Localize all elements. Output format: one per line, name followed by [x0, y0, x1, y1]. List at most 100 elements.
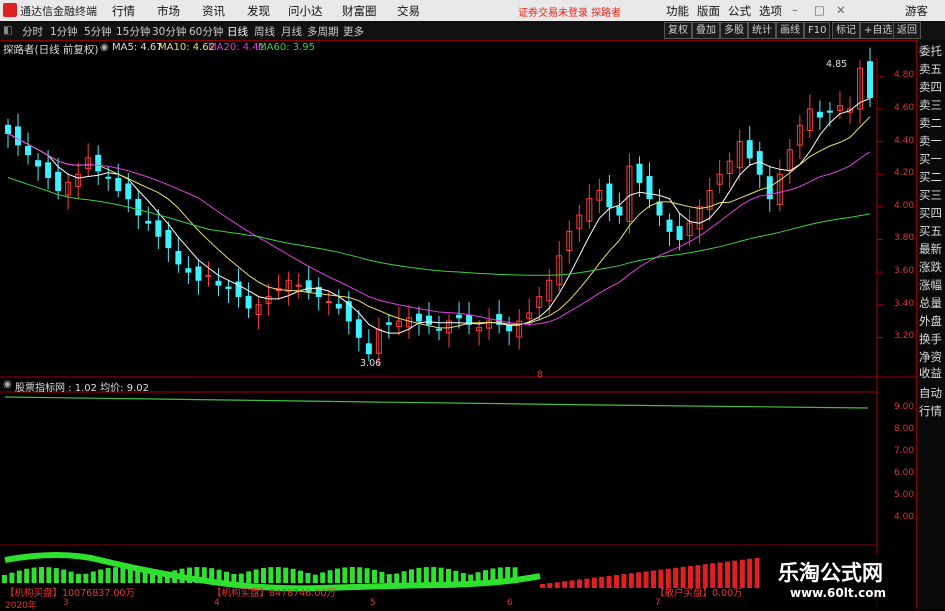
- buy-bar-green: [423, 567, 429, 583]
- buy-bar-green: [416, 567, 422, 583]
- panel-toggle-icon[interactable]: ◧: [3, 24, 13, 36]
- date-4: 4: [214, 598, 220, 608]
- candle-body: [826, 110, 833, 113]
- menu-jiaoyi[interactable]: 交易: [397, 3, 420, 19]
- buy-bar-green: [16, 570, 22, 583]
- period-fenshi[interactable]: 分时: [22, 24, 43, 39]
- candle-body: [145, 220, 152, 224]
- sub-settings-icon[interactable]: ◉: [3, 379, 12, 390]
- watermark-url: www.60lt.com: [790, 586, 887, 600]
- buy-bar-red: [754, 557, 760, 588]
- menu-shichang[interactable]: 市场: [157, 3, 180, 19]
- period-monthly[interactable]: 月线: [281, 24, 302, 39]
- buy-bar-red: [636, 572, 642, 588]
- menu-faxian[interactable]: 发现: [247, 3, 270, 19]
- side-change-pct: 涨幅: [919, 278, 942, 292]
- btn-f10[interactable]: F10: [804, 22, 831, 39]
- candle-body: [616, 206, 623, 216]
- buy-bar-green: [312, 574, 318, 583]
- sub-y-tick-label: 8.00: [894, 424, 915, 434]
- minimize-icon[interactable]: –: [792, 3, 798, 17]
- candle-body: [335, 303, 342, 309]
- low-price-label: 3.06: [360, 358, 382, 369]
- buy-bar-green: [446, 568, 451, 583]
- menu-hangqing[interactable]: 行情: [112, 3, 135, 19]
- period-15min[interactable]: 15分钟: [116, 24, 150, 39]
- btn-diejia[interactable]: 叠加: [692, 22, 720, 39]
- btn-duogu[interactable]: 多股: [720, 22, 748, 39]
- y-tick-label: 4.20: [894, 168, 915, 179]
- buy-bar-green: [335, 568, 340, 583]
- menu-wenxiaoda[interactable]: 问小达: [288, 3, 323, 19]
- btn-zixuan[interactable]: +自选: [860, 22, 897, 39]
- y-tick-label: 3.40: [894, 298, 915, 309]
- y-tick-label: 3.20: [894, 331, 915, 342]
- close-icon[interactable]: ✕: [836, 3, 846, 17]
- period-5min[interactable]: 5分钟: [84, 24, 112, 39]
- buy-bar-red: [547, 583, 553, 588]
- side-quotes[interactable]: 行情: [919, 404, 942, 418]
- buy-bar-red: [584, 578, 590, 588]
- candle-body: [636, 163, 643, 183]
- candle-body: [185, 268, 192, 273]
- period-30min[interactable]: 30分钟: [152, 24, 186, 39]
- period-daily[interactable]: 日线: [227, 24, 248, 39]
- candle-body: [365, 343, 372, 355]
- menu-xuanxiang[interactable]: 选项: [759, 3, 782, 19]
- side-weituo[interactable]: 委托: [919, 44, 942, 58]
- buy-bar-green: [9, 572, 15, 583]
- chart-canvas[interactable]: [0, 40, 916, 609]
- app-title: 通达信金融终端: [20, 5, 97, 18]
- guest-label[interactable]: 游客: [905, 3, 928, 19]
- side-buy4: 买四: [919, 206, 942, 220]
- candle-body: [15, 126, 22, 146]
- buy-bar-green: [120, 567, 126, 583]
- menu-banmian[interactable]: 版面: [697, 3, 720, 19]
- btn-fuquan[interactable]: 复权: [664, 22, 692, 39]
- y-tick-label: 3.60: [894, 266, 915, 277]
- period-1min[interactable]: 1分钟: [50, 24, 78, 39]
- maximize-icon[interactable]: □: [814, 3, 825, 17]
- app-logo-icon: [3, 3, 17, 17]
- side-latest: 最新: [919, 242, 942, 256]
- period-60min[interactable]: 60分钟: [189, 24, 223, 39]
- period-weekly[interactable]: 周线: [254, 24, 275, 39]
- btn-huaxian[interactable]: 画线: [776, 22, 804, 39]
- buy-bar-green: [253, 569, 259, 583]
- btn-biaoji[interactable]: 标记: [832, 22, 860, 39]
- btn-fanhui[interactable]: 返回: [893, 22, 921, 39]
- buy-bar-green: [246, 571, 252, 583]
- menu-zixun[interactable]: 资讯: [202, 3, 225, 19]
- y-tick-label: 4.00: [894, 200, 915, 211]
- y-tick-label: 3.80: [894, 233, 915, 244]
- menu-caifuquan[interactable]: 财富圈: [342, 3, 377, 19]
- buy-bar-green: [268, 567, 274, 583]
- period-more[interactable]: 更多: [343, 24, 364, 39]
- buy-bar-green: [372, 569, 377, 583]
- candle-body: [35, 160, 42, 167]
- candle-body: [415, 313, 422, 322]
- sub-chart-title: 股票指标网 : 1.02 均价: 9.02: [15, 383, 149, 394]
- buy-bar-green: [453, 570, 459, 583]
- menu-gongshi[interactable]: 公式: [728, 3, 751, 19]
- candle-body: [456, 314, 463, 319]
- side-buy3: 买三: [919, 188, 942, 202]
- login-warning[interactable]: 证券交易未登录 探路者: [518, 4, 621, 19]
- menu-gongneng[interactable]: 功能: [666, 3, 689, 19]
- side-auto[interactable]: 自动: [919, 386, 942, 400]
- btn-tongji[interactable]: 统计: [748, 22, 776, 39]
- candle-body: [245, 295, 252, 309]
- side-turnover: 换手: [919, 332, 942, 346]
- buy-bar-red: [643, 571, 649, 588]
- ma5-line: [7, 98, 871, 334]
- candle-body: [606, 183, 613, 208]
- ma10-line: [7, 116, 871, 329]
- candle-body: [436, 328, 442, 331]
- sub-y-tick-label: 9.00: [894, 402, 915, 412]
- side-net-assets: 净资: [919, 350, 942, 364]
- candle-body: [345, 301, 352, 322]
- buy-bar-red: [606, 575, 612, 588]
- period-multi[interactable]: 多周期: [307, 24, 339, 39]
- date-6: 6: [507, 598, 513, 608]
- quote-side-panel: 委托 卖五 卖四 卖三 卖二 卖一 买一 买二 买三 买四 买五 最新 涨跌 涨…: [916, 40, 945, 609]
